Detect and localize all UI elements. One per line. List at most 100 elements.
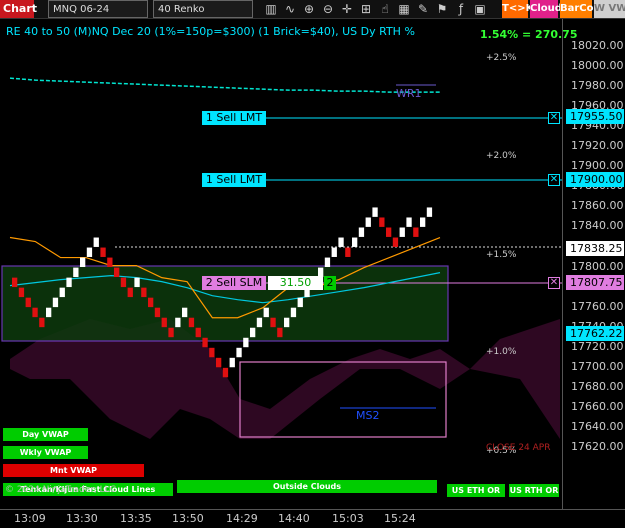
cancel-order-3-icon[interactable]: ✕ [548, 277, 560, 289]
toggle-wvwa-button[interactable]: W VWA [594, 0, 625, 18]
properties-icon[interactable]: ▣ [471, 0, 489, 18]
renko-brick [243, 337, 249, 348]
order-sell-lmt-2[interactable]: 1 Sell LMT [202, 173, 266, 187]
price-axis[interactable]: 18020.00 18000.00 17980.00 17960.00 17940.00… [562, 19, 625, 509]
wr1-label: WR1 [396, 87, 422, 100]
renko-brick [229, 357, 235, 368]
renko-brick [120, 277, 127, 288]
drawing-pencil-icon[interactable]: ✎ [414, 0, 432, 18]
indicators-icon[interactable]: ƒ [452, 0, 470, 18]
renko-brick [188, 317, 195, 328]
price-tick: 17700.00 [571, 359, 624, 373]
us-rth-or-button[interactable]: US RTH OR [509, 484, 559, 497]
instrument-selector[interactable]: MNQ 06-24 [48, 0, 148, 18]
renko-brick [358, 227, 365, 237]
toggle-cloud-button[interactable]: Cloud [530, 0, 562, 18]
renko-brick [182, 307, 188, 318]
renko-brick [372, 207, 378, 217]
renko-brick [426, 207, 433, 217]
price-label-last: 17838.25 [566, 241, 624, 256]
renko-brick [25, 297, 31, 308]
order-count-badge[interactable]: 2 [324, 276, 336, 290]
renko-brick [236, 347, 242, 358]
zoom-out-icon[interactable]: ⊖ [319, 0, 337, 18]
order-sell-slm[interactable]: 2 Sell SLM [202, 276, 266, 290]
renko-brick [256, 317, 263, 328]
renko-brick [134, 277, 140, 288]
renko-brick [73, 267, 79, 278]
renko-brick [32, 307, 38, 318]
time-tick: 15:03 [332, 512, 364, 525]
chart-panel[interactable]: RE 40 to 50 (M)NQ Dec 20 (1%=150p=$300) … [0, 19, 578, 509]
renko-brick [52, 297, 59, 308]
wkly-vwap-button[interactable]: Wkly VWAP [3, 446, 88, 459]
renko-brick [46, 307, 52, 318]
renko-brick [141, 287, 147, 298]
order-qty-value[interactable]: 31.50 [268, 276, 323, 290]
chart-toolbar: Chart MNQ 06-24 40 Renko ▥ ∿ ⊕ ⊖ ✛ ⊞ ☝ ▦ ✎ ⚑ ƒ ▣ T<… [0, 0, 625, 19]
renko-brick [154, 307, 161, 318]
hand-icon[interactable]: ☝ [376, 0, 394, 18]
renko-brick [392, 237, 399, 247]
order-sell-lmt-1[interactable]: 1 Sell LMT [202, 111, 266, 125]
time-tick: 13:50 [172, 512, 204, 525]
wave-icon[interactable]: ∿ [281, 0, 299, 18]
renko-brick [39, 317, 45, 328]
price-tick: 17980.00 [571, 79, 624, 93]
renko-brick [86, 247, 93, 257]
time-axis[interactable]: 13:09 13:30 13:35 13:50 14:29 14:40 15:03 15:24 [0, 509, 625, 528]
price-tick: 17640.00 [571, 419, 624, 433]
renko-brick [175, 317, 181, 328]
bar-chart-icon[interactable]: ▥ [262, 0, 280, 18]
renko-brick [386, 227, 392, 237]
renko-brick [18, 287, 25, 298]
renko-brick [420, 217, 426, 227]
pan-icon[interactable]: ⊞ [357, 0, 375, 18]
renko-brick [331, 247, 337, 257]
renko-brick [263, 307, 269, 318]
cancel-order-2-icon[interactable]: ✕ [548, 174, 560, 186]
renko-brick [290, 307, 297, 318]
renko-brick [161, 317, 167, 328]
interval-selector[interactable]: 40 Renko [153, 0, 253, 18]
time-tick: 14:29 [226, 512, 258, 525]
price-label-sell-lmt-1: 17955.50 [566, 109, 624, 124]
copyright: © 2024 NinjaTrader, LLC [5, 485, 116, 495]
crosshair-icon[interactable]: ✛ [338, 0, 356, 18]
renko-brick [352, 237, 358, 247]
renko-brick [297, 297, 303, 308]
price-tick: 17680.00 [571, 379, 624, 393]
renko-brick [216, 357, 222, 368]
price-tick: 17920.00 [571, 139, 624, 153]
price-label-sell-slm: 17807.75 [566, 275, 624, 290]
renko-brick [148, 297, 154, 308]
outside-clouds-button[interactable]: Outside Clouds [177, 480, 437, 493]
renko-brick [338, 237, 344, 247]
mnt-vwap-button[interactable]: Mnt VWAP [3, 464, 144, 477]
renko-brick [277, 327, 283, 338]
renko-brick [107, 257, 113, 267]
day-vwap-button[interactable]: Day VWAP [3, 428, 88, 441]
renko-brick [66, 277, 72, 288]
renko-brick [345, 247, 351, 257]
zoom-in-icon[interactable]: ⊕ [300, 0, 318, 18]
time-tick: 13:09 [14, 512, 46, 525]
renko-brick [250, 327, 256, 338]
chart-style-icon[interactable]: ▦ [395, 0, 413, 18]
toggle-tk-button[interactable]: T<>K [502, 0, 533, 18]
toggle-barcol-button[interactable]: BarCol [560, 0, 597, 18]
time-tick: 14:40 [278, 512, 310, 525]
renko-brick [195, 327, 201, 338]
price-tick: 17900.00 [571, 159, 624, 173]
renko-brick [399, 227, 405, 237]
pct-level-2-5: +2.5% [486, 53, 517, 63]
renko-brick [93, 237, 99, 247]
us-eth-or-button[interactable]: US ETH OR [447, 484, 505, 497]
cancel-order-1-icon[interactable]: ✕ [548, 112, 560, 124]
renko-brick [222, 367, 229, 378]
price-tick: 17800.00 [571, 259, 624, 273]
strategy-icon[interactable]: ⚑ [433, 0, 451, 18]
chart-title: Chart [0, 0, 37, 18]
price-tick: 17620.00 [571, 440, 624, 453]
time-tick: 13:30 [66, 512, 98, 525]
